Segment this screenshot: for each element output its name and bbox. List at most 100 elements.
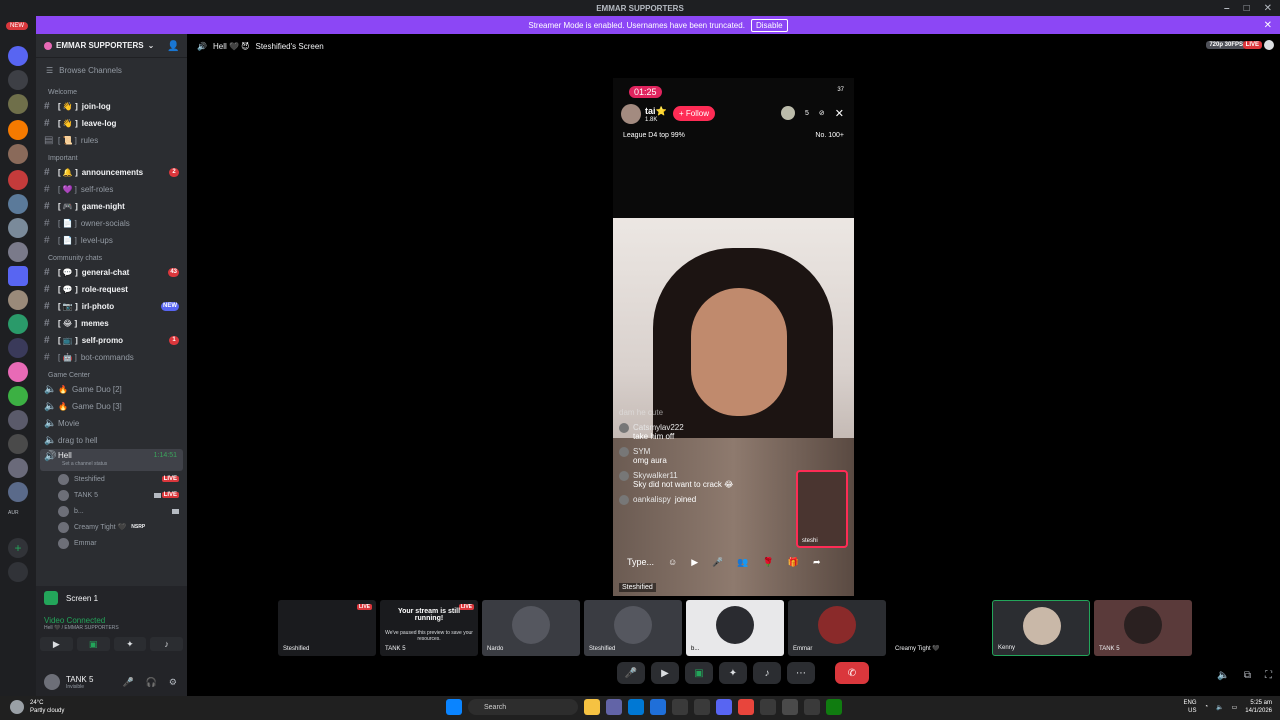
- server-icon[interactable]: [8, 144, 28, 164]
- server-icon[interactable]: [8, 46, 28, 66]
- settings-gear-icon[interactable]: ⚙: [169, 677, 177, 688]
- activities-button[interactable]: ✦: [719, 662, 747, 684]
- mute-button[interactable]: 🎤: [617, 662, 645, 684]
- camera-button[interactable]: ▶: [651, 662, 679, 684]
- voice-channel-hell[interactable]: 🔊 Hell Set a channel status 1:14:51: [40, 449, 183, 471]
- wifi-icon[interactable]: ◔: [1205, 704, 1209, 710]
- category-community-chats[interactable]: Community chats: [36, 249, 187, 264]
- fullscreen-icon[interactable]: ⛶: [1265, 670, 1272, 681]
- close-window-button[interactable]: ✕: [1264, 3, 1272, 14]
- channel-announcements[interactable]: # [ 🔔 ] announcements 2: [36, 164, 187, 181]
- channel-self-roles[interactable]: # [ 💜 ] self-roles: [36, 181, 187, 198]
- app-icon[interactable]: [760, 699, 776, 715]
- windows-start-icon[interactable]: [446, 699, 462, 715]
- discover-icon[interactable]: [8, 562, 28, 582]
- edge-icon[interactable]: [628, 699, 644, 715]
- more-options-button[interactable]: ⋯: [787, 662, 815, 684]
- channel-rules[interactable]: ▤ [ 📜 ] rules: [36, 132, 187, 149]
- activities-button[interactable]: ✦: [113, 637, 147, 651]
- search-box[interactable]: Search: [468, 699, 578, 715]
- xbox-icon[interactable]: [826, 699, 842, 715]
- soundboard-button[interactable]: ♪: [150, 637, 183, 651]
- popout-icon[interactable]: ⧉: [1244, 670, 1251, 681]
- server-icon[interactable]: [8, 410, 28, 430]
- avatar[interactable]: [44, 674, 60, 690]
- channel-level-ups[interactable]: # [ 📄 ] level-ups: [36, 232, 187, 249]
- weather-widget[interactable]: 24°C Partly cloudy: [10, 699, 64, 715]
- participant-tile[interactable]: LIVE Steshified: [278, 600, 376, 656]
- server-icon[interactable]: [8, 482, 28, 502]
- obs-icon[interactable]: [782, 699, 798, 715]
- screen-share-row[interactable]: Screen 1: [36, 586, 187, 610]
- participant-tile[interactable]: Nardo: [482, 600, 580, 656]
- channel-memes[interactable]: # [ 😂 ] memes: [36, 315, 187, 332]
- participant-tile[interactable]: Emmar: [788, 600, 886, 656]
- screen-share-button[interactable]: ▣: [76, 637, 110, 651]
- server-icon[interactable]: [8, 94, 28, 114]
- volume-icon[interactable]: 🔈: [1216, 704, 1223, 711]
- maximize-button[interactable]: □: [1244, 3, 1250, 14]
- add-server-icon[interactable]: +: [8, 538, 28, 558]
- taskbar-clock[interactable]: 5:25 am 14/1/2026: [1245, 699, 1272, 715]
- channel-bot-commands[interactable]: # [ 🤖 ] bot-commands: [36, 349, 187, 366]
- server-icon[interactable]: [8, 194, 28, 214]
- headphones-icon[interactable]: 🎧: [146, 677, 157, 688]
- server-icon[interactable]: [8, 218, 28, 238]
- discord-icon[interactable]: [716, 699, 732, 715]
- participant-tile[interactable]: b...: [686, 600, 784, 656]
- participant-tile[interactable]: Kenny: [992, 600, 1090, 656]
- minimize-button[interactable]: –: [1224, 3, 1230, 14]
- chat-icon[interactable]: [1264, 40, 1274, 50]
- server-icon[interactable]: [8, 362, 28, 382]
- calculator-icon[interactable]: [672, 699, 688, 715]
- channel-leave-log[interactable]: # [ 👋 ] leave-log: [36, 115, 187, 132]
- channel-game-night[interactable]: # [ 🎮 ] game-night: [36, 198, 187, 215]
- server-icon[interactable]: [8, 120, 28, 140]
- voice-channel-drag-to-hell[interactable]: 🔈 drag to hell: [36, 432, 187, 449]
- channel-self-promo[interactable]: # [ 📺 ] self-promo 1: [36, 332, 187, 349]
- channel-general-chat[interactable]: # [ 💬 ] general-chat 43: [36, 264, 187, 281]
- invite-people-icon[interactable]: 👤: [167, 41, 179, 52]
- server-icon[interactable]: [8, 458, 28, 478]
- server-icon[interactable]: [8, 314, 28, 334]
- server-icon[interactable]: [8, 70, 28, 90]
- voice-user[interactable]: Creamy Tight 🖤 NSRP: [36, 519, 187, 535]
- voice-channel-game-duo-2[interactable]: 🔈 🔥 Game Duo [2]: [36, 381, 187, 398]
- follow-button[interactable]: + Follow: [673, 106, 716, 121]
- category-welcome[interactable]: Welcome: [36, 83, 187, 98]
- category-game-center[interactable]: Game Center: [36, 366, 187, 381]
- channel-status[interactable]: Set a channel status: [62, 461, 107, 467]
- chrome-icon[interactable]: [738, 699, 754, 715]
- app-icon[interactable]: [804, 699, 820, 715]
- participant-tile[interactable]: Steshified: [584, 600, 682, 656]
- settings-icon[interactable]: [694, 699, 710, 715]
- category-important[interactable]: Important: [36, 149, 187, 164]
- channel-join-log[interactable]: # [ 👋 ] join-log: [36, 98, 187, 115]
- store-icon[interactable]: [650, 699, 666, 715]
- server-icon[interactable]: [8, 170, 28, 190]
- participant-tile[interactable]: TANK 5: [1094, 600, 1192, 656]
- channel-irl-photo[interactable]: # [ 📷 ] irl-photo NEW: [36, 298, 187, 315]
- folder-icon[interactable]: [8, 266, 28, 286]
- voice-channel-movie[interactable]: 🔈 Movie: [36, 415, 187, 432]
- battery-icon[interactable]: ▭: [1232, 704, 1238, 711]
- voice-user[interactable]: Emmar: [36, 535, 187, 551]
- stream-video[interactable]: 01:25 37 tai⭐ 1.8K + Follow 5 ⊘ ✕ League…: [613, 78, 854, 596]
- browse-channels[interactable]: ☰ Browse Channels: [36, 58, 187, 83]
- share-screen-button[interactable]: ▣: [685, 662, 713, 684]
- leave-call-button[interactable]: ✆: [835, 662, 869, 684]
- file-explorer-icon[interactable]: [584, 699, 600, 715]
- server-icon[interactable]: [8, 386, 28, 406]
- volume-icon[interactable]: 🔈: [1217, 670, 1229, 681]
- voice-user[interactable]: TANK 5 LIVE: [36, 487, 187, 503]
- voice-user[interactable]: b...: [36, 503, 187, 519]
- microphone-icon[interactable]: 🎤: [122, 677, 133, 688]
- voice-channel-game-duo-3[interactable]: 🔈 🔥 Game Duo [3]: [36, 398, 187, 415]
- channel-owner-socials[interactable]: # [ 📄 ] owner-socials: [36, 215, 187, 232]
- channel-role-request[interactable]: # [ 💬 ] role-request: [36, 281, 187, 298]
- teams-icon[interactable]: [606, 699, 622, 715]
- voice-user[interactable]: Steshified LIVE: [36, 471, 187, 487]
- participant-tile[interactable]: Creamy Tight 🖤: [890, 600, 988, 656]
- soundboard-button[interactable]: ♪: [753, 662, 781, 684]
- camera-button[interactable]: ▶: [40, 637, 73, 651]
